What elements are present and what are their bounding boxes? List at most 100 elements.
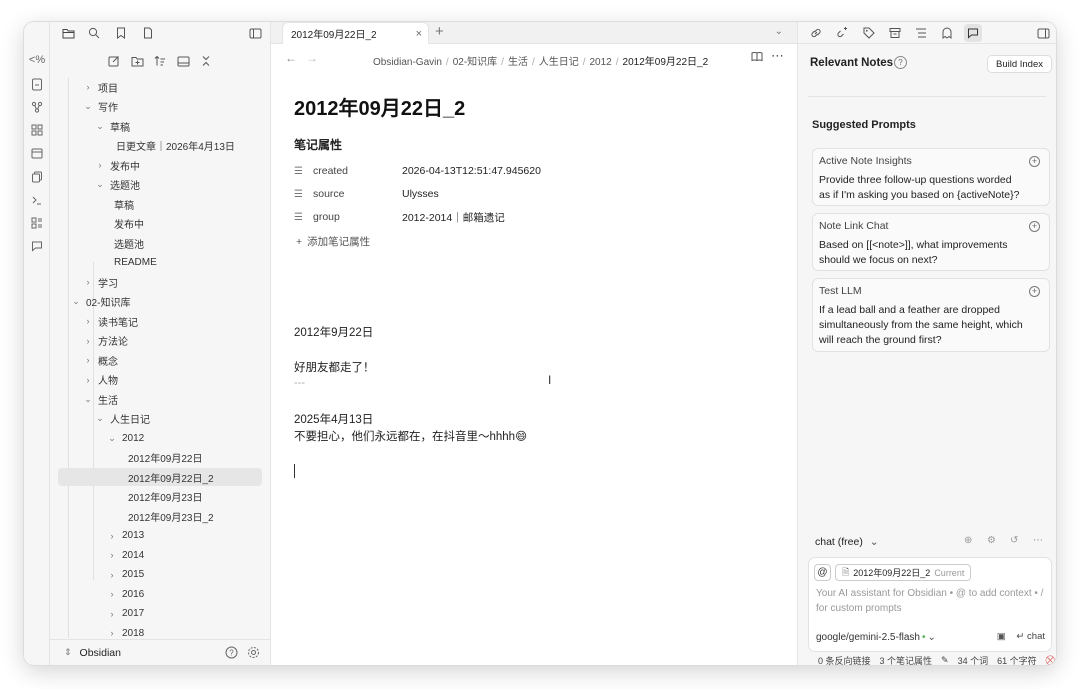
back-arrow-icon[interactable]: ← <box>285 51 297 65</box>
templates-icon[interactable] <box>27 213 47 233</box>
tree-folder[interactable]: › 学习 <box>58 273 262 291</box>
forward-arrow-icon[interactable]: → <box>306 51 318 65</box>
add-prompt-icon[interactable]: + <box>1029 286 1040 297</box>
chat-mode-selector[interactable]: chat (free) ⌄ <box>815 536 879 548</box>
tree-folder[interactable]: › 2016 <box>58 585 262 603</box>
tree-folder[interactable]: › 2013 <box>58 527 262 545</box>
vault-switcher[interactable]: ⇕ Obsidian ? <box>50 639 270 665</box>
copilot-chat-icon[interactable] <box>964 24 982 42</box>
tree-folder[interactable]: ⌄ 人生日记 <box>58 410 262 428</box>
breadcrumb-item[interactable]: 02-知识库 <box>453 57 497 68</box>
chat-icon[interactable] <box>27 236 47 256</box>
tag-icon[interactable] <box>860 24 878 42</box>
property-value[interactable]: 2012-2014｜邮箱遗记 <box>402 210 505 225</box>
backlinks-count[interactable]: 0 条反向链接 <box>818 654 871 666</box>
property-row[interactable]: ☰ created 2026-04-13T12:51:47.945620 <box>294 162 541 180</box>
help-icon[interactable]: ? <box>225 646 238 659</box>
new-tab-icon[interactable]: + <box>435 23 444 40</box>
chevron-right-icon[interactable]: › <box>82 82 94 92</box>
note-paragraph[interactable]: 不要担心，他们永远都在，在抖音里～hhhh😄 <box>294 428 527 444</box>
add-context-button[interactable]: @ <box>814 564 831 581</box>
chevron-right-icon[interactable]: › <box>82 355 94 365</box>
breadcrumb-item[interactable]: 人生日记 <box>539 57 579 68</box>
chevron-down-icon[interactable]: ⌄ <box>94 413 106 424</box>
breadcrumb-item[interactable]: 生活 <box>508 57 528 68</box>
breadcrumb-item[interactable]: 2012 <box>590 57 612 68</box>
property-key[interactable]: group <box>313 211 402 223</box>
note-paragraph[interactable]: 2012年9月22日 <box>294 324 373 340</box>
note-icon[interactable] <box>27 74 47 94</box>
horizontal-rule[interactable]: --- <box>294 377 305 389</box>
outgoing-link-icon[interactable] <box>833 24 851 42</box>
chevron-down-icon[interactable]: ⌄ <box>82 394 94 405</box>
new-chat-icon[interactable]: ⊕ <box>964 535 972 546</box>
properties-count[interactable]: 3 个笔记属性 <box>880 654 933 666</box>
folder-icon[interactable] <box>59 24 77 42</box>
breadcrumb-current[interactable]: 2012年09月22日_2 <box>623 57 709 68</box>
tree-folder[interactable]: › 人物 <box>58 371 262 389</box>
tree-folder[interactable]: › 发布中 <box>58 156 262 174</box>
chevron-right-icon[interactable]: › <box>82 277 94 287</box>
collapse-all-icon[interactable] <box>197 52 215 70</box>
collapse-right-sidebar-icon[interactable] <box>1034 24 1052 42</box>
property-key[interactable]: source <box>313 188 402 200</box>
search-icon[interactable] <box>85 24 103 42</box>
build-index-button[interactable]: Build Index <box>986 55 1052 73</box>
sort-icon[interactable] <box>151 52 169 70</box>
tree-file[interactable]: 选题池 <box>58 234 262 252</box>
auto-reveal-icon[interactable] <box>174 52 192 70</box>
tree-folder[interactable]: › 2018 <box>58 624 262 640</box>
chevron-right-icon[interactable]: › <box>106 531 118 541</box>
chevron-right-icon[interactable]: › <box>94 160 106 170</box>
chevron-down-icon[interactable]: ⌄ <box>70 296 82 307</box>
tree-folder[interactable]: ⌄ 选题池 <box>58 176 262 194</box>
chat-input-box[interactable]: @ 🗎 2012年09月22日_2 Current Your AI assist… <box>808 557 1052 652</box>
new-note-icon[interactable] <box>105 52 123 70</box>
tree-file[interactable]: 日更文章｜2026年4月13日 <box>58 137 262 155</box>
chevron-down-icon[interactable]: ⌄ <box>94 179 106 190</box>
tree-folder[interactable]: › 项目 <box>58 78 262 96</box>
chevron-right-icon[interactable]: › <box>82 375 94 385</box>
tree-folder[interactable]: › 2014 <box>58 546 262 564</box>
edit-pencil-icon[interactable]: ✎ <box>941 655 949 666</box>
embed-code-icon[interactable]: <% <box>27 50 47 70</box>
tree-file[interactable]: README <box>58 254 262 272</box>
breadcrumb-item[interactable]: Obsidian-Gavin <box>373 57 442 68</box>
chevron-right-icon[interactable]: › <box>106 550 118 560</box>
chevron-right-icon[interactable]: › <box>82 336 94 346</box>
chat-input-placeholder[interactable]: Your AI assistant for Obsidian • @ to ad… <box>816 586 1050 616</box>
chevron-right-icon[interactable]: › <box>106 628 118 638</box>
send-chat-button[interactable]: ▣ ↵ chat <box>997 631 1045 642</box>
property-row[interactable]: ☰ source Ulysses <box>294 185 439 203</box>
terminal-icon[interactable] <box>27 190 47 210</box>
note-title[interactable]: 2012年09月22日_2 <box>294 92 465 121</box>
tree-folder[interactable]: › 2017 <box>58 605 262 623</box>
chevron-right-icon[interactable]: › <box>106 570 118 580</box>
property-value[interactable]: 2026-04-13T12:51:47.945620 <box>402 165 541 177</box>
tree-file[interactable]: 草稿 <box>58 195 262 213</box>
tree-folder[interactable]: ⌄ 02-知识库 <box>58 293 262 311</box>
tree-folder[interactable]: ⌄ 草稿 <box>58 117 262 135</box>
new-folder-icon[interactable] <box>128 52 146 70</box>
tree-file[interactable]: 2012年09月22日 <box>58 449 262 467</box>
tree-folder[interactable]: ⌄ 写作 <box>58 98 262 116</box>
prompt-card[interactable]: Active Note Insights Provide three follo… <box>812 148 1050 206</box>
outline-icon[interactable] <box>912 24 930 42</box>
tree-folder[interactable]: › 方法论 <box>58 332 262 350</box>
tree-folder[interactable]: › 概念 <box>58 351 262 369</box>
property-row[interactable]: ☰ group 2012-2014｜邮箱遗记 <box>294 208 505 226</box>
ghost-icon[interactable] <box>938 24 956 42</box>
more-options-icon[interactable]: ⋯ <box>771 48 784 64</box>
copy-icon[interactable] <box>27 167 47 187</box>
tab-list-chevron-icon[interactable]: ⌄ <box>775 26 783 37</box>
prompt-card[interactable]: Test LLM If a lead ball and a feather ar… <box>812 278 1050 352</box>
chat-settings-icon[interactable]: ⚙ <box>987 535 996 546</box>
property-value[interactable]: Ulysses <box>402 188 439 200</box>
chevron-right-icon[interactable]: › <box>106 589 118 599</box>
collapse-sidebar-icon[interactable] <box>246 24 264 42</box>
calendar-icon[interactable] <box>27 143 47 163</box>
graph-icon[interactable] <box>27 97 47 117</box>
file-icon[interactable] <box>139 24 157 42</box>
tree-folder[interactable]: › 读书笔记 <box>58 312 262 330</box>
property-key[interactable]: created <box>313 165 402 177</box>
